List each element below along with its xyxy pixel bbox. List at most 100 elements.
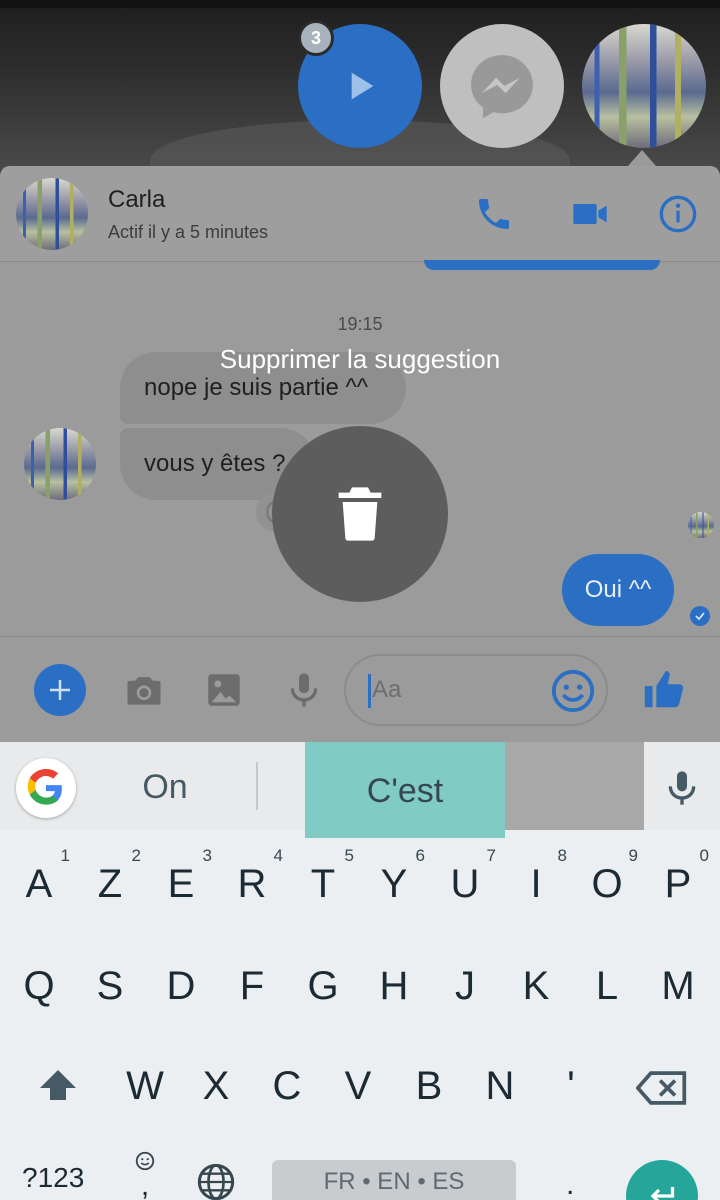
seen-avatar [688,512,714,538]
key-label: A [25,862,53,906]
key-label: R [237,862,267,906]
key-label: T [310,862,336,906]
google-button[interactable] [16,758,76,818]
key-e[interactable]: E3 [146,846,216,907]
trash-icon [338,487,382,541]
key-h[interactable]: H [359,964,429,1009]
key-hint: 2 [131,846,141,865]
comma-key-label: , [140,1169,150,1200]
outgoing-message[interactable]: Oui ^^ [562,554,674,626]
key-m[interactable]: M [643,964,713,1009]
message-input[interactable]: Aa [344,654,608,726]
key-hint: 5 [344,846,354,865]
sender-avatar[interactable] [24,428,96,500]
chat-header: Carla Actif il y a 5 minutes [0,166,720,262]
text-cursor [368,674,371,708]
period-key[interactable]: . [566,1168,586,1200]
key-x[interactable]: X [181,1064,251,1109]
key-r[interactable]: R4 [217,846,287,907]
enter-icon [650,1187,675,1200]
image-icon [208,674,240,706]
camera-button[interactable] [118,664,170,716]
globe-icon[interactable] [196,1162,236,1200]
phone-icon [479,199,509,229]
video-call-button[interactable] [566,190,614,238]
previous-message-bubble [424,260,660,270]
like-button[interactable] [638,664,690,716]
messenger-chat-head[interactable] [440,24,564,148]
key-z[interactable]: Z2 [75,846,145,907]
key-y[interactable]: Y6 [359,846,429,907]
info-icon [659,195,697,233]
call-button[interactable] [470,190,518,238]
voice-button[interactable] [278,664,330,716]
key-w[interactable]: W [110,1064,180,1109]
key-k[interactable]: K [501,964,571,1009]
key-f[interactable]: F [217,964,287,1009]
key-hint: 9 [628,846,638,865]
unread-count-badge: 3 [298,20,334,56]
comma-emoji-key[interactable]: , [130,1150,160,1200]
message-input-placeholder: Aa [372,676,402,703]
contact-avatar[interactable] [16,178,88,250]
thumbs-up-icon [644,670,684,708]
enter-key[interactable] [626,1160,698,1200]
camera-icon [127,677,161,705]
key-label: O [591,862,623,906]
space-bar[interactable]: FR • EN • ES [272,1160,516,1200]
google-g-icon [27,769,62,805]
delete-suggestion-target[interactable] [272,426,448,602]
key-hint: 7 [486,846,496,865]
key-c[interactable]: C [252,1064,322,1109]
emoji-icon[interactable] [550,668,596,714]
message-timestamp: 19:15 [337,314,383,334]
messenger-icon [471,55,533,119]
keyboard: On C'est A1Z2E3R4T5Y6U7I8O9P0 QSDFGHJKLM… [0,742,720,1200]
key-a[interactable]: A1 [4,846,74,907]
contact-status: Actif il y a 5 minutes [108,222,269,242]
symbols-key[interactable]: ?123 [22,1162,84,1194]
key-hint: 0 [699,846,709,865]
mic-icon [290,673,318,707]
key-o[interactable]: O9 [572,846,642,907]
gallery-button[interactable] [198,664,250,716]
avatar [582,24,706,148]
composer-divider [0,636,720,637]
backspace-key-icon[interactable] [636,1068,688,1108]
suggestion-being-dragged[interactable]: C'est [305,742,505,838]
suggestion-drag-area [505,742,644,830]
key-label: E [167,862,195,906]
chat-head-pointer [628,150,656,166]
key-j[interactable]: J [430,964,500,1009]
contact-name[interactable]: Carla [108,186,165,214]
more-actions-button[interactable] [34,664,86,716]
key-hint: 1 [60,846,70,865]
key-u[interactable]: U7 [430,846,500,907]
key-label: U [450,862,480,906]
suggestion-left[interactable]: On [100,768,230,807]
plus-icon [50,680,70,700]
key-d[interactable]: D [146,964,216,1009]
key-g[interactable]: G [288,964,358,1009]
info-button[interactable] [654,190,702,238]
key-hint: 6 [415,846,425,865]
key-p[interactable]: P0 [643,846,713,907]
key-hint: 3 [202,846,212,865]
key-i[interactable]: I8 [501,846,571,907]
key-s[interactable]: S [75,964,145,1009]
key-l[interactable]: L [572,964,642,1009]
key-t[interactable]: T5 [288,846,358,907]
key-q[interactable]: Q [4,964,74,1009]
voice-input-icon[interactable] [662,764,702,812]
key-hint: 4 [273,846,283,865]
key-n[interactable]: N [465,1064,535,1109]
key-v[interactable]: V [323,1064,393,1109]
carla-chat-head[interactable] [582,24,706,148]
key-apostrophe[interactable]: ' [536,1064,606,1109]
shift-key-icon[interactable] [34,1062,82,1110]
delivered-check-icon [690,606,710,626]
video-icon [573,204,607,224]
key-label: I [530,862,542,906]
key-label: Y [380,862,408,906]
key-b[interactable]: B [394,1064,464,1109]
